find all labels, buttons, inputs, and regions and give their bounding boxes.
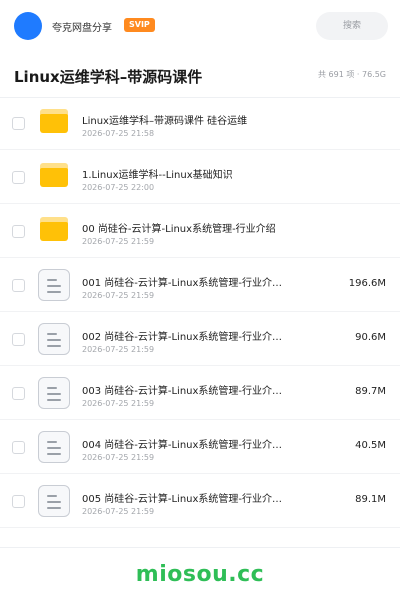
svip-badge: SVIP	[124, 18, 155, 32]
list-item[interactable]: 001 尚硅谷-云计算-Linux系统管理-行业介… 2026-07-25 21…	[0, 258, 400, 312]
list-item[interactable]: 004 尚硅谷-云计算-Linux系统管理-行业介… 2026-07-25 21…	[0, 420, 400, 474]
document-icon	[38, 269, 70, 301]
list-item[interactable]: 00 尚硅谷-云计算-Linux系统管理-行业介绍 2026-07-25 21:…	[0, 204, 400, 258]
file-name: 1.Linux运维学科--Linux基础知识	[82, 170, 233, 181]
folder-icon	[40, 217, 68, 241]
file-size: 196.6M	[348, 278, 386, 289]
select-checkbox[interactable]	[12, 279, 25, 292]
folder-icon	[40, 163, 68, 187]
file-name: 00 尚硅谷-云计算-Linux系统管理-行业介绍	[82, 224, 276, 235]
list-item[interactable]: Linux运维学科–带源码课件 硅谷运维 2026-07-25 21:58	[0, 96, 400, 150]
file-name: 004 尚硅谷-云计算-Linux系统管理-行业介…	[82, 440, 283, 451]
folder-icon	[40, 109, 68, 133]
file-date: 2026-07-25 21:59	[82, 399, 155, 408]
list-item[interactable]: 1.Linux运维学科--Linux基础知识 2026-07-25 22:00	[0, 150, 400, 204]
select-checkbox[interactable]	[12, 117, 25, 130]
file-date: 2026-07-25 21:59	[82, 237, 155, 246]
file-date: 2026-07-25 21:58	[82, 129, 155, 138]
file-size: 90.6M	[355, 332, 386, 343]
item-summary: 共 691 项 · 76.5G	[318, 70, 386, 79]
file-size: 89.7M	[355, 386, 386, 397]
file-date: 2026-07-25 21:59	[82, 507, 155, 516]
page-title: Linux运维学科–带源码课件	[14, 68, 203, 86]
select-checkbox[interactable]	[12, 387, 25, 400]
select-checkbox[interactable]	[12, 441, 25, 454]
file-name: 001 尚硅谷-云计算-Linux系统管理-行业介…	[82, 278, 283, 289]
select-checkbox[interactable]	[12, 171, 25, 184]
search-button[interactable]: 搜索	[316, 12, 388, 40]
file-name: 003 尚硅谷-云计算-Linux系统管理-行业介…	[82, 386, 283, 397]
share-owner-name: 夸克网盘分享	[52, 23, 112, 34]
title-bar: Linux运维学科–带源码课件 共 691 项 · 76.5G	[0, 52, 400, 98]
top-bar: 夸克网盘分享 SVIP 搜索	[0, 0, 400, 52]
file-date: 2026-07-25 21:59	[82, 345, 155, 354]
file-date: 2026-07-25 21:59	[82, 453, 155, 462]
list-item[interactable]: 003 尚硅谷-云计算-Linux系统管理-行业介… 2026-07-25 21…	[0, 366, 400, 420]
file-name: 005 尚硅谷-云计算-Linux系统管理-行业介…	[82, 494, 283, 505]
file-list: Linux运维学科–带源码课件 硅谷运维 2026-07-25 21:58 1.…	[0, 96, 400, 528]
watermark: miosou.cc	[135, 562, 265, 587]
footer-divider	[0, 547, 400, 548]
select-checkbox[interactable]	[12, 495, 25, 508]
document-icon	[38, 431, 70, 463]
avatar[interactable]	[14, 12, 42, 40]
select-checkbox[interactable]	[12, 225, 25, 238]
document-icon	[38, 485, 70, 517]
document-icon	[38, 323, 70, 355]
file-date: 2026-07-25 22:00	[82, 183, 155, 192]
file-name: 002 尚硅谷-云计算-Linux系统管理-行业介…	[82, 332, 283, 343]
select-checkbox[interactable]	[12, 333, 25, 346]
file-name: Linux运维学科–带源码课件 硅谷运维	[82, 116, 248, 127]
file-date: 2026-07-25 21:59	[82, 291, 155, 300]
file-size: 40.5M	[355, 440, 386, 451]
list-item[interactable]: 005 尚硅谷-云计算-Linux系统管理-行业介… 2026-07-25 21…	[0, 474, 400, 528]
document-icon	[38, 377, 70, 409]
list-item[interactable]: 002 尚硅谷-云计算-Linux系统管理-行业介… 2026-07-25 21…	[0, 312, 400, 366]
file-size: 89.1M	[355, 494, 386, 505]
